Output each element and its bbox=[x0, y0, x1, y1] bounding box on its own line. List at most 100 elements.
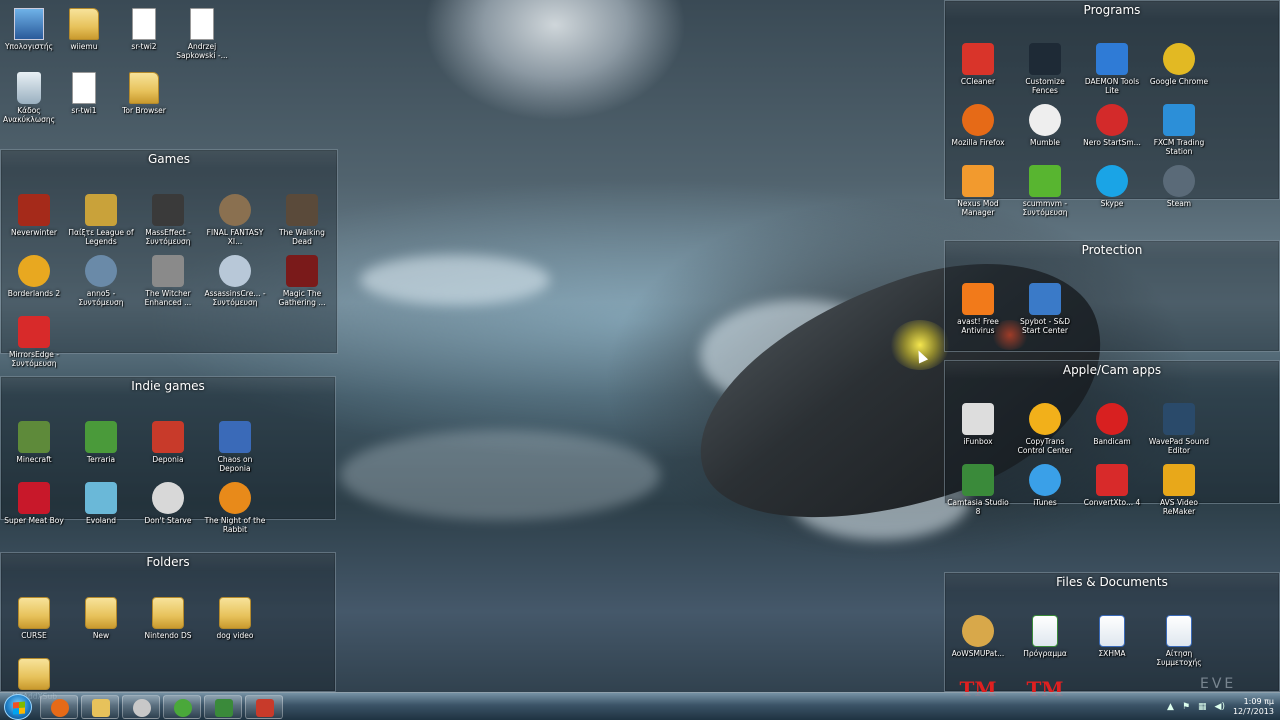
icon-label: AoWSMUPat... bbox=[951, 649, 1005, 658]
fence-icon[interactable]: FINAL FANTASY XI... bbox=[202, 194, 268, 246]
fence-icon[interactable]: Neverwinter bbox=[1, 194, 67, 237]
fence-icon[interactable]: ΣΧΗΜΑ bbox=[1079, 615, 1145, 658]
fence-icon[interactable]: Πρόγραμμα bbox=[1012, 615, 1078, 658]
fence-icon[interactable]: DAEMON Tools Lite bbox=[1079, 43, 1145, 95]
taskbar-button[interactable] bbox=[163, 695, 201, 719]
fence-icon[interactable]: Borderlands 2 bbox=[1, 255, 67, 298]
icon-label: Chaos on Deponia bbox=[217, 455, 253, 473]
folder-icon bbox=[219, 597, 251, 629]
fence-title: Files & Documents bbox=[945, 573, 1279, 591]
fence-icon[interactable]: Skype bbox=[1079, 165, 1145, 208]
fence-icon[interactable]: Don't Starve bbox=[135, 482, 201, 525]
fence-icon[interactable]: Mozilla Firefox bbox=[945, 104, 1011, 147]
fence-icon[interactable]: dog video bbox=[202, 597, 268, 640]
fence-icon[interactable]: Αίτηση Συμμετοχής bbox=[1146, 615, 1212, 667]
fence-icon[interactable]: Minecraft bbox=[1, 421, 67, 464]
fence-icon[interactable]: Spybot - S&D Start Center bbox=[1012, 283, 1078, 335]
desktop-icon[interactable]: wiiemu bbox=[52, 8, 116, 51]
chrome-icon bbox=[1163, 43, 1195, 75]
fence-icon[interactable]: Nintendo DS bbox=[135, 597, 201, 640]
desktop-icon[interactable]: sr-twi2 bbox=[112, 8, 176, 51]
bandicam-icon bbox=[1096, 403, 1128, 435]
fence-icon[interactable]: Evoland bbox=[68, 482, 134, 525]
fence-icon[interactable]: ConvertXto... 4 bbox=[1079, 464, 1145, 507]
fence-icon[interactable]: Nero StartSm... bbox=[1079, 104, 1145, 147]
fxcm-icon bbox=[1163, 104, 1195, 136]
fence-icon[interactable]: iFunbox bbox=[945, 403, 1011, 446]
fence-icon[interactable]: Terraria bbox=[68, 421, 134, 464]
folder-icon bbox=[152, 597, 184, 629]
mumble-icon bbox=[1029, 104, 1061, 136]
icon-label: WavePad Sound Editor bbox=[1148, 437, 1210, 455]
system-tray: ▲ ⚑ ▦ ◀) 1:09 πμ 12/7/2013 bbox=[1167, 693, 1274, 720]
witcher-icon bbox=[152, 255, 184, 287]
eve-watermark: EVE bbox=[1200, 676, 1237, 692]
fence-icon[interactable]: Deponia bbox=[135, 421, 201, 464]
windows-flag-icon bbox=[13, 701, 25, 715]
fence-icon[interactable]: AVS Video ReMaker bbox=[1146, 464, 1212, 516]
fence-icon[interactable]: Super Meat Boy bbox=[1, 482, 67, 525]
walking-dead-icon bbox=[286, 194, 318, 226]
fence-icon[interactable]: The Witcher Enhanced ... bbox=[135, 255, 201, 307]
start-button[interactable] bbox=[4, 694, 32, 720]
masseffect-icon bbox=[152, 194, 184, 226]
taskbar-button[interactable] bbox=[122, 695, 160, 719]
fence-icon[interactable]: Camtasia Studio 8 bbox=[945, 464, 1011, 516]
fence-icon[interactable]: WavePad Sound Editor bbox=[1146, 403, 1212, 455]
deponia-icon bbox=[219, 421, 251, 453]
volume-icon[interactable]: ◀) bbox=[1215, 702, 1225, 712]
icon-label: Nintendo DS bbox=[144, 631, 192, 640]
mtg-icon bbox=[286, 255, 318, 287]
taskbar-button[interactable] bbox=[245, 695, 283, 719]
taskbar-button[interactable] bbox=[40, 695, 78, 719]
icon-label: FINAL FANTASY XI... bbox=[206, 228, 264, 246]
fence-icon[interactable]: Nexus Mod Manager bbox=[945, 165, 1011, 217]
fence-icon[interactable]: CCleaner bbox=[945, 43, 1011, 86]
skype-icon bbox=[1096, 165, 1128, 197]
fence-icon[interactable]: The Walking Dead bbox=[269, 194, 335, 246]
show-hidden-icons-icon[interactable]: ▲ bbox=[1167, 702, 1174, 712]
fence-title: Apple/Cam apps bbox=[945, 361, 1279, 379]
desktop-icon[interactable]: sr-twi1 bbox=[52, 72, 116, 115]
computer-icon bbox=[14, 8, 44, 40]
taskbar-button[interactable] bbox=[204, 695, 242, 719]
fence-icon[interactable]: scummvm - Συντόμευση bbox=[1012, 165, 1078, 217]
fence-icon[interactable]: Mumble bbox=[1012, 104, 1078, 147]
desktop-icon[interactable]: Andrzej Sapkowski -... bbox=[170, 8, 234, 60]
taskbar-button[interactable] bbox=[81, 695, 119, 719]
nero-icon bbox=[1096, 104, 1128, 136]
fence-icon[interactable]: Bandicam bbox=[1079, 403, 1145, 446]
folder-icon bbox=[129, 72, 159, 104]
flag-icon[interactable]: ⚑ bbox=[1182, 702, 1190, 712]
fence-icon[interactable]: Steam bbox=[1146, 165, 1212, 208]
network-icon[interactable]: ▦ bbox=[1198, 702, 1207, 712]
night-rabbit-icon bbox=[219, 482, 251, 514]
icon-label: AVS Video ReMaker bbox=[1160, 498, 1198, 516]
fence-icon[interactable]: MirrorsEdge - Συντόμευση bbox=[1, 316, 67, 368]
fence-icon[interactable]: Chaos on Deponia bbox=[202, 421, 268, 473]
fence-icon[interactable]: MassEffect - Συντόμευση bbox=[135, 194, 201, 246]
fence-icon[interactable]: Google Chrome bbox=[1146, 43, 1212, 86]
fence-icon[interactable]: The Night of the Rabbit bbox=[202, 482, 268, 534]
fence-icon[interactable]: AoWSMUPat... bbox=[945, 615, 1011, 658]
avast-icon bbox=[962, 283, 994, 315]
fence-icon[interactable]: FXCM Trading Station bbox=[1146, 104, 1212, 156]
clock[interactable]: 1:09 πμ 12/7/2013 bbox=[1233, 697, 1274, 717]
fence-icon[interactable]: New bbox=[68, 597, 134, 640]
icon-label: wiiemu bbox=[70, 42, 98, 51]
folder-icon bbox=[18, 597, 50, 629]
folder-icon bbox=[69, 8, 99, 40]
fence-icon[interactable]: CopyTrans Control Center bbox=[1012, 403, 1078, 455]
fence-games: Games Neverwinter Παίξτε League of Legend… bbox=[0, 149, 338, 368]
fence-icon[interactable]: AssassinsCre... - Συντόμευση bbox=[202, 255, 268, 307]
desktop-icon[interactable]: Tor Browser bbox=[112, 72, 176, 115]
fence-icon[interactable]: anno5 - Συντόμευση bbox=[68, 255, 134, 307]
fence-icon[interactable]: avast! Free Antivirus bbox=[945, 283, 1011, 335]
fence-icon[interactable]: iTunes bbox=[1012, 464, 1078, 507]
recorder-icon bbox=[256, 699, 274, 717]
fence-icon[interactable]: Customize Fences bbox=[1012, 43, 1078, 95]
fence-icon[interactable]: CURSE bbox=[1, 597, 67, 640]
fence-icon[interactable]: Παίξτε League of Legends bbox=[68, 194, 134, 246]
fence-icon[interactable]: Magic The Gathering ... bbox=[269, 255, 335, 307]
icon-label: Αίτηση Συμμετοχής bbox=[1156, 649, 1202, 667]
